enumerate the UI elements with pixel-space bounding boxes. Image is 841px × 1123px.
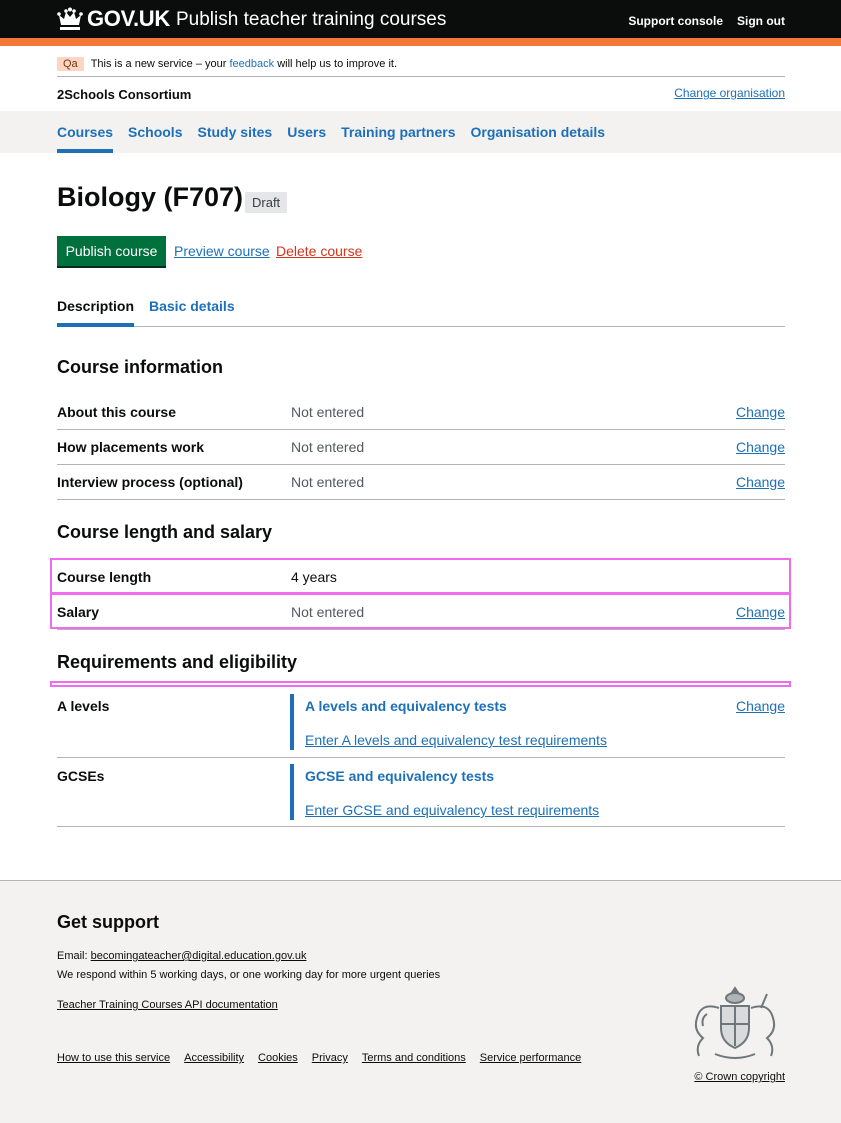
subnav-training-partners[interactable]: Training partners — [341, 111, 455, 153]
footer-links: How to use this service Accessibility Co… — [57, 1052, 581, 1064]
status-badge: Draft — [245, 192, 288, 213]
change-organisation-link[interactable]: Change organisation — [674, 86, 785, 100]
summary-row-placements: How placements work Not entered Change — [57, 430, 785, 465]
subnav-organisation-details[interactable]: Organisation details — [470, 111, 605, 153]
header-nav: Support console Sign out — [628, 14, 785, 28]
sign-out-link[interactable]: Sign out — [737, 14, 785, 28]
royal-coat-of-arms-icon — [694, 986, 776, 1059]
govuk-logo[interactable]: GOV.UK — [57, 6, 170, 32]
footer-email: Email: becomingateacher@digital.educatio… — [57, 950, 307, 962]
footer-link-privacy[interactable]: Privacy — [312, 1052, 348, 1064]
page-title: Biology (F707) — [57, 182, 244, 212]
row-key: GCSEs — [57, 768, 105, 784]
gcse-title-link[interactable]: GCSE and equivalency tests — [305, 768, 494, 784]
delete-course-link[interactable]: Delete course — [276, 243, 362, 259]
row-value: Not entered — [291, 404, 365, 420]
row-value: Not entered — [291, 604, 365, 620]
footer-link-terms[interactable]: Terms and conditions — [362, 1052, 466, 1064]
enter-a-levels-link[interactable]: Enter A levels and equivalency test requ… — [305, 732, 607, 748]
subnav-users[interactable]: Users — [287, 111, 326, 153]
change-interview-link[interactable]: Change — [736, 474, 785, 490]
phase-tag: Qa — [57, 57, 84, 71]
inset-border — [290, 694, 294, 750]
change-about-course-link[interactable]: Change — [736, 404, 785, 420]
summary-row-salary: Salary Not entered Change — [57, 595, 785, 630]
highlight-requirements — [50, 681, 791, 687]
course-information-heading: Course information — [57, 357, 224, 377]
subnav-schools[interactable]: Schools — [128, 111, 182, 153]
summary-row-course-length: Course length 4 years — [57, 560, 785, 595]
footer-link-how-to-use[interactable]: How to use this service — [57, 1052, 170, 1064]
support-console-link[interactable]: Support console — [628, 14, 723, 28]
change-placements-link[interactable]: Change — [736, 439, 785, 455]
row-value: Not entered — [291, 474, 365, 490]
requirement-row-a-levels: A levels A levels and equivalency tests … — [57, 688, 785, 758]
support-email-link[interactable]: becomingateacher@digital.education.gov.u… — [91, 950, 307, 962]
footer-response-time: We respond within 5 working days, or one… — [57, 969, 441, 981]
service-name[interactable]: Publish teacher training courses — [176, 9, 446, 31]
organisation-name: 2Schools Consortium — [57, 87, 192, 102]
row-key: A levels — [57, 698, 110, 714]
api-documentation-link[interactable]: Teacher Training Courses API documentati… — [57, 999, 278, 1011]
publish-course-button[interactable]: Publish course — [57, 236, 166, 266]
summary-row-about-course: About this course Not entered Change — [57, 395, 785, 430]
subnav-study-sites[interactable]: Study sites — [198, 111, 273, 153]
row-key: Course length — [57, 569, 152, 585]
tabs: Description Basic details — [57, 290, 785, 327]
crown-icon — [57, 7, 83, 30]
tab-description[interactable]: Description — [57, 298, 134, 314]
sub-navigation: Courses Schools Study sites Users Traini… — [0, 111, 841, 153]
logo-text: GOV.UK — [87, 6, 170, 31]
phase-text: This is a new service – your feedback wi… — [90, 58, 398, 70]
row-value: 4 years — [291, 569, 337, 585]
course-length-salary-heading: Course length and salary — [57, 522, 273, 542]
feedback-link[interactable]: feedback — [229, 58, 274, 70]
footer-link-accessibility[interactable]: Accessibility — [184, 1052, 244, 1064]
row-value: Not entered — [291, 439, 365, 455]
tab-basic-details[interactable]: Basic details — [149, 298, 235, 314]
summary-row-interview: Interview process (optional) Not entered… — [57, 465, 785, 500]
preview-course-link[interactable]: Preview course — [174, 243, 270, 259]
change-salary-link[interactable]: Change — [736, 604, 785, 620]
footer-link-cookies[interactable]: Cookies — [258, 1052, 298, 1064]
requirements-heading: Requirements and eligibility — [57, 652, 298, 672]
phase-banner: Qa This is a new service – your feedback… — [57, 52, 785, 77]
footer-link-service-performance[interactable]: Service performance — [480, 1052, 582, 1064]
enter-gcse-link[interactable]: Enter GCSE and equivalency test requirem… — [305, 802, 599, 818]
subnav-courses[interactable]: Courses — [57, 111, 114, 153]
change-a-levels-link[interactable]: Change — [736, 698, 785, 714]
header-accent-bar — [0, 38, 841, 46]
row-key: About this course — [57, 404, 177, 420]
site-footer: Get support Email: becomingateacher@digi… — [0, 880, 841, 1123]
requirement-row-gcses: GCSEs GCSE and equivalency tests Enter G… — [57, 758, 785, 827]
inset-border — [290, 764, 294, 820]
footer-heading: Get support — [57, 912, 159, 932]
a-levels-title-link[interactable]: A levels and equivalency tests — [305, 698, 507, 714]
row-key: How placements work — [57, 439, 205, 455]
row-key: Interview process (optional) — [57, 474, 243, 490]
row-key: Salary — [57, 604, 100, 620]
active-tab-indicator — [57, 323, 134, 327]
crown-copyright-link[interactable]: © Crown copyright — [694, 1071, 785, 1083]
